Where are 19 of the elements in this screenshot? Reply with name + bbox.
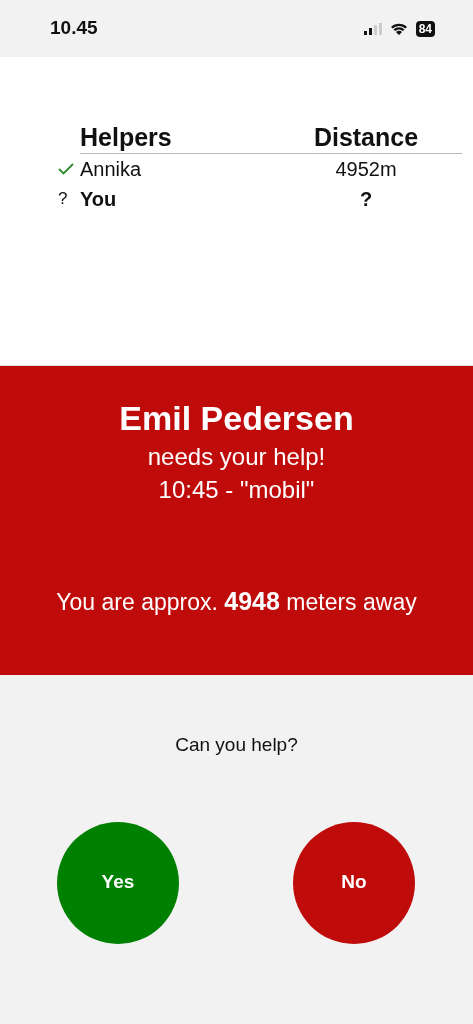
yes-button[interactable]: Yes (57, 821, 179, 944)
wifi-icon (389, 22, 408, 35)
status-time: 10.45 (50, 16, 98, 41)
helper-name: You (80, 188, 117, 210)
helper-distance: ? (359, 188, 373, 210)
helper-name: Annika (80, 158, 142, 180)
distance-text: You are approx. 4948 meters away (55, 586, 418, 617)
alert-detail: 10:45 - "mobil" (157, 475, 316, 505)
check-icon (58, 163, 74, 175)
status-marker: ? (58, 188, 68, 210)
no-button[interactable]: No (293, 821, 415, 944)
signal-icon (363, 22, 382, 35)
person-name: Emil Pedersen (118, 398, 355, 439)
prompt-text: Can you help? (175, 734, 298, 755)
column-header: Helpers (80, 122, 173, 153)
alert-message: needs your help! (146, 442, 327, 472)
helper-distance: 4952m (335, 158, 397, 180)
battery-indicator: 84 (415, 20, 435, 37)
column-header: Distance (312, 122, 420, 153)
